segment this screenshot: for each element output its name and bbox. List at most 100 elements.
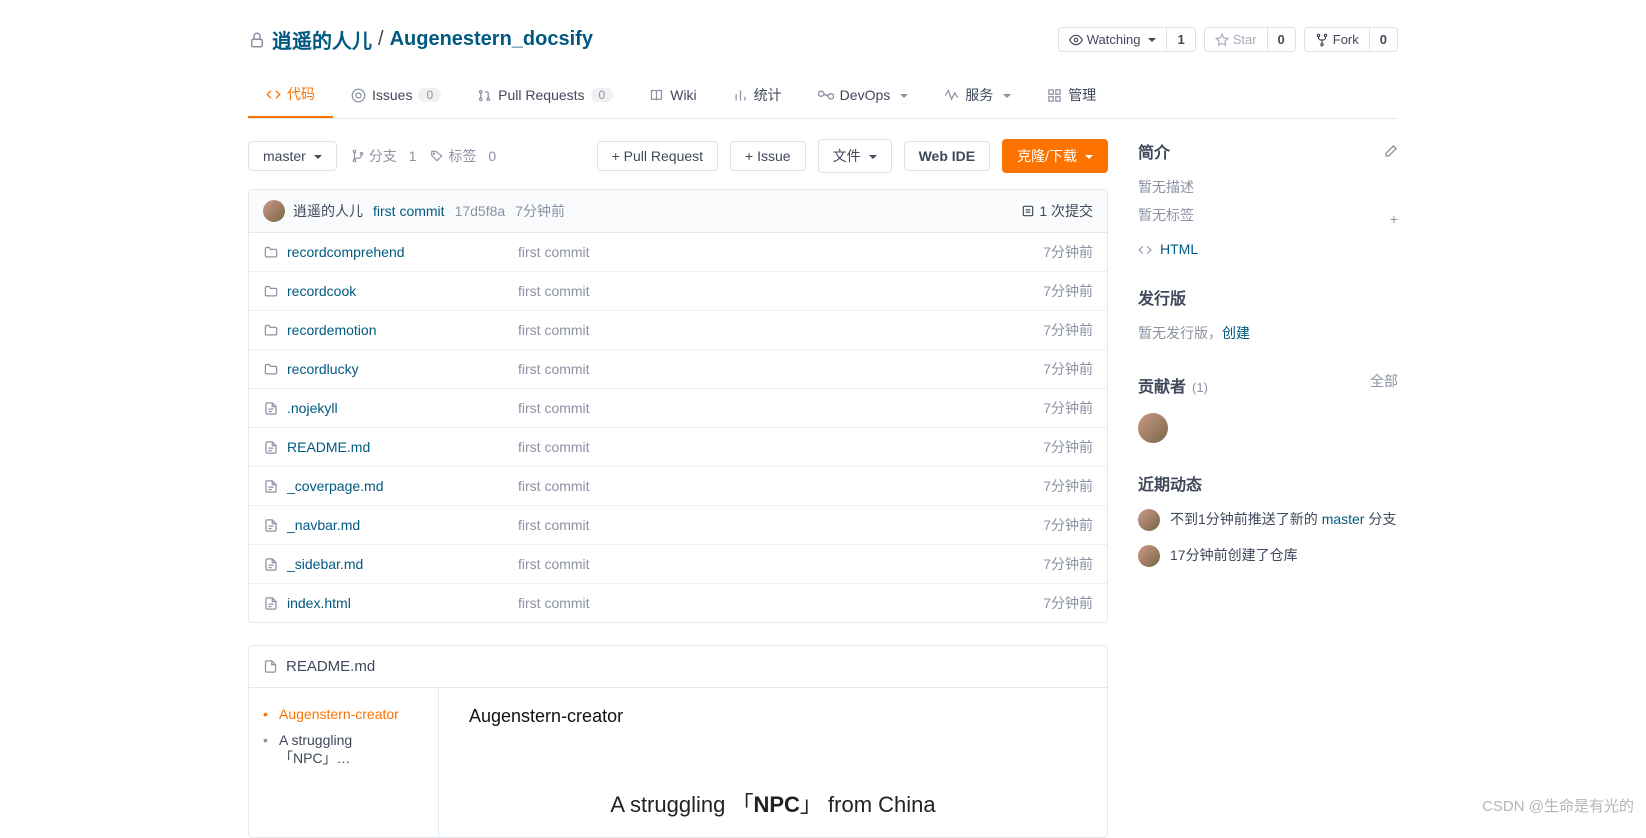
file-time: 7分钟前	[1043, 398, 1093, 418]
file-time: 7分钟前	[1043, 281, 1093, 301]
folder-icon	[263, 244, 279, 261]
readme-filename: README.md	[286, 658, 375, 675]
tab-pr[interactable]: Pull Requests0	[459, 72, 631, 118]
clone-button[interactable]: 克隆/下载	[1002, 139, 1108, 173]
file-link[interactable]: recordcomprehend	[287, 244, 405, 260]
file-commit-msg: first commit	[518, 439, 1043, 455]
file-commit-msg: first commit	[518, 556, 1043, 572]
file-link[interactable]: _coverpage.md	[287, 478, 384, 494]
file-time: 7分钟前	[1043, 320, 1093, 340]
commits-link[interactable]: 1 次提交	[1021, 201, 1093, 221]
commit-author: 逍遥的人儿	[293, 201, 363, 221]
tab-code[interactable]: 代码	[248, 72, 333, 118]
about-title: 简介	[1138, 139, 1170, 163]
repo-tabs: 代码 Issues0 Pull Requests0 Wiki 统计 DevOps…	[248, 72, 1398, 119]
file-icon	[263, 439, 279, 456]
readme-h1: Augenstern-creator	[469, 706, 1077, 727]
tab-manage[interactable]: 管理	[1029, 72, 1114, 118]
new-pr-button[interactable]: + Pull Request	[597, 141, 718, 171]
tags-link[interactable]: 标签 0	[430, 146, 496, 166]
readme-tagline: A struggling 「NPC」 from China	[469, 787, 1077, 819]
contributor-avatar[interactable]	[1138, 413, 1168, 443]
file-commit-msg: first commit	[518, 283, 1043, 299]
file-link[interactable]: README.md	[287, 439, 370, 455]
file-commit-msg: first commit	[518, 478, 1043, 494]
file-row: .nojekyll first commit7分钟前	[249, 389, 1107, 428]
file-link[interactable]: recordemotion	[287, 322, 377, 338]
owner-link[interactable]: 逍遥的人儿	[272, 25, 372, 54]
commit-hash: 17d5f8a	[455, 203, 506, 219]
file-icon	[263, 595, 279, 612]
branch-link[interactable]: master	[1322, 511, 1365, 527]
file-commit-msg: first commit	[518, 517, 1043, 533]
tab-devops[interactable]: DevOps	[800, 72, 927, 118]
avatar	[1138, 545, 1160, 567]
commit-message[interactable]: first commit	[373, 203, 445, 219]
file-link[interactable]: recordlucky	[287, 361, 359, 377]
file-time: 7分钟前	[1043, 359, 1093, 379]
file-row: index.htmlfirst commit7分钟前	[249, 584, 1107, 622]
file-icon	[263, 659, 278, 674]
avatar	[263, 200, 285, 222]
watermark: CSDN @生命是有光的	[1482, 795, 1634, 816]
fork-button[interactable]: Fork 0	[1304, 27, 1398, 52]
tab-stats[interactable]: 统计	[715, 72, 800, 118]
repo-title: 逍遥的人儿 / Augenestern_docsify	[248, 25, 593, 54]
file-time: 7分钟前	[1043, 515, 1093, 535]
fork-count: 0	[1369, 28, 1397, 51]
star-button[interactable]: Star 0	[1204, 27, 1296, 52]
branch-select[interactable]: master	[248, 141, 337, 171]
watch-button[interactable]: Watching 1	[1058, 27, 1196, 52]
file-icon	[263, 478, 279, 495]
readme-toc: Augenstern-creator A struggling 「NPC」…	[249, 688, 439, 837]
file-row: recordcook first commit7分钟前	[249, 272, 1107, 311]
webide-button[interactable]: Web IDE	[904, 141, 991, 171]
file-link[interactable]: recordcook	[287, 283, 356, 299]
file-menu-button[interactable]: 文件	[818, 139, 892, 173]
file-row: recordlucky first commit7分钟前	[249, 350, 1107, 389]
file-list: 逍遥的人儿 first commit 17d5f8a 7分钟前 1 次提交 re…	[248, 189, 1108, 623]
file-commit-msg: first commit	[518, 400, 1043, 416]
folder-icon	[263, 283, 279, 300]
file-time: 7分钟前	[1043, 593, 1093, 613]
file-link[interactable]: .nojekyll	[287, 400, 338, 416]
commit-time: 7分钟前	[515, 201, 565, 221]
contrib-all-link[interactable]: 全部	[1370, 371, 1398, 391]
file-icon	[263, 400, 279, 417]
last-commit-bar: 逍遥的人儿 first commit 17d5f8a 7分钟前 1 次提交	[249, 190, 1107, 233]
file-row: README.mdfirst commit7分钟前	[249, 428, 1107, 467]
about-tags: 暂无标签	[1138, 205, 1194, 225]
file-link[interactable]: _navbar.md	[287, 517, 360, 533]
new-issue-button[interactable]: + Issue	[730, 141, 806, 171]
file-row: recordemotionfirst commit7分钟前	[249, 311, 1107, 350]
create-release-link[interactable]: 创建	[1222, 325, 1250, 341]
watch-count: 1	[1166, 28, 1194, 51]
lang-link[interactable]: HTML	[1160, 241, 1198, 257]
file-commit-msg: first commit	[518, 361, 1043, 377]
edit-about-icon[interactable]	[1382, 142, 1398, 159]
activity-item: 17分钟前创建了仓库	[1138, 545, 1398, 567]
file-row: _navbar.md first commit7分钟前	[249, 506, 1107, 545]
toc-item[interactable]: A struggling 「NPC」…	[263, 732, 424, 768]
lock-icon	[248, 28, 266, 51]
file-link[interactable]: _sidebar.md	[287, 556, 363, 572]
contrib-title: 贡献者(1)	[1138, 373, 1208, 397]
tab-wiki[interactable]: Wiki	[631, 72, 714, 118]
branches-link[interactable]: 分支 1	[351, 146, 417, 166]
file-link[interactable]: index.html	[287, 595, 351, 611]
tab-service[interactable]: 服务	[926, 72, 1029, 118]
release-title: 发行版	[1138, 285, 1186, 309]
toc-item[interactable]: Augenstern-creator	[263, 706, 424, 722]
tab-issues[interactable]: Issues0	[333, 72, 459, 118]
readme-panel: README.md Augenstern-creator A struggling…	[248, 645, 1108, 838]
repo-link[interactable]: Augenestern_docsify	[390, 28, 593, 51]
file-row: _sidebar.mdfirst commit7分钟前	[249, 545, 1107, 584]
about-desc: 暂无描述	[1138, 177, 1398, 197]
file-icon	[263, 517, 279, 534]
file-time: 7分钟前	[1043, 242, 1093, 262]
folder-icon	[263, 361, 279, 378]
add-tag-icon[interactable]: +	[1390, 211, 1398, 227]
file-icon	[263, 556, 279, 573]
file-row: recordcomprehendfirst commit7分钟前	[249, 233, 1107, 272]
folder-icon	[263, 322, 279, 339]
